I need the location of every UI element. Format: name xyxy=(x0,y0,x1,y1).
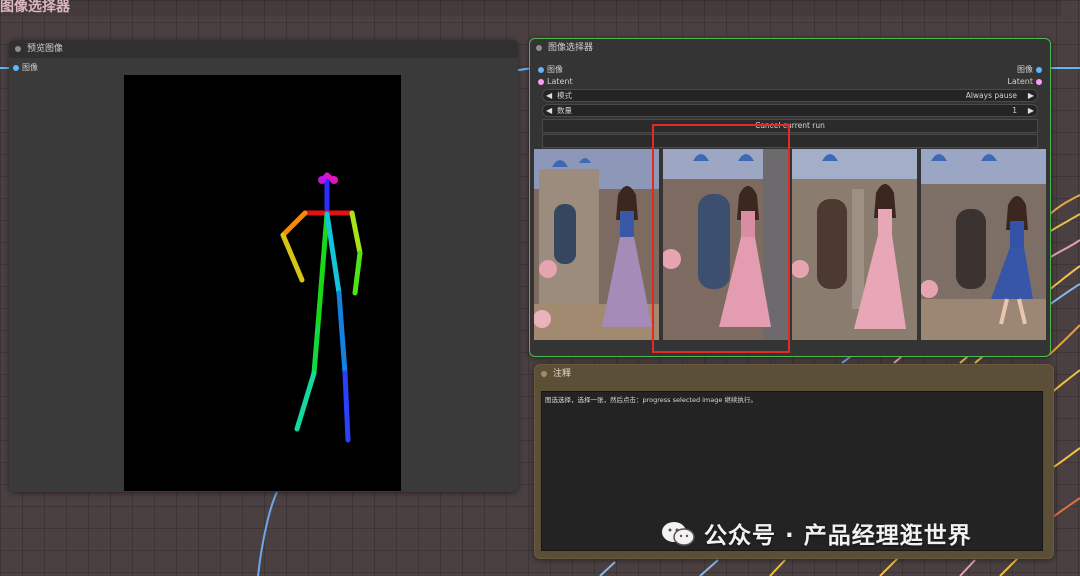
gallery-thumbnail[interactable] xyxy=(921,149,1046,340)
latent-socket-icon[interactable] xyxy=(1036,79,1042,85)
node-title: 注释 xyxy=(553,369,572,379)
arrow-left-icon[interactable]: ◀ xyxy=(546,105,552,116)
node-header[interactable]: 图像选择器 xyxy=(530,39,1050,57)
page-title: 图像选择器 xyxy=(0,0,70,15)
generated-image xyxy=(921,149,1046,340)
widget-label: 数量 xyxy=(557,106,572,115)
latent-input-socket-row[interactable]: Latent xyxy=(538,76,573,88)
socket-label: 图像 xyxy=(22,63,38,72)
node-title: 预览图像 xyxy=(27,44,64,54)
image-input-socket-row[interactable]: 图像 xyxy=(13,62,38,74)
generated-image xyxy=(792,149,917,340)
selected-image-highlight xyxy=(652,124,790,353)
node-header[interactable]: 注释 xyxy=(535,365,1053,383)
image-socket-icon[interactable] xyxy=(1036,67,1042,73)
progress-selected-image-button[interactable] xyxy=(542,134,1038,148)
openpose-skeleton xyxy=(280,172,363,443)
socket-label: 图像 xyxy=(547,65,563,74)
arrow-right-icon[interactable]: ▶ xyxy=(1028,90,1034,101)
gallery-thumbnail[interactable] xyxy=(792,149,917,340)
watermark: 公众号 · 产品经理逛世界 xyxy=(660,516,972,550)
widget-value: Always pause xyxy=(965,91,1017,100)
arrow-right-icon[interactable]: ▶ xyxy=(1028,105,1034,116)
socket-label: Latent xyxy=(547,77,573,86)
collapse-dot-icon[interactable] xyxy=(15,46,21,52)
generated-image xyxy=(534,149,659,340)
node-title: 图像选择器 xyxy=(548,43,594,53)
watermark-text: 公众号 · 产品经理逛世界 xyxy=(704,523,972,549)
preview-image-node[interactable]: 预览图像 图像 xyxy=(9,40,518,492)
node-header[interactable]: 预览图像 xyxy=(9,40,518,58)
widget-label: 模式 xyxy=(557,91,572,100)
latent-socket-icon[interactable] xyxy=(538,79,544,85)
gallery-thumbnail[interactable] xyxy=(534,149,659,340)
image-chooser-node[interactable]: 图像选择器 图像 Latent 图像 Latent ◀ 模式 Always pa… xyxy=(529,38,1051,357)
wechat-icon xyxy=(660,520,696,554)
image-gallery xyxy=(534,149,1046,340)
image-socket-icon[interactable] xyxy=(538,67,544,73)
pose-preview-image xyxy=(124,75,401,491)
image-input-socket-row[interactable]: 图像 xyxy=(538,64,563,76)
collapse-dot-icon[interactable] xyxy=(541,371,547,377)
count-number-widget[interactable]: ◀ 数量 1 ▶ xyxy=(542,104,1038,117)
cancel-current-run-button[interactable]: Cancel current run xyxy=(542,119,1038,133)
socket-label: 图像 xyxy=(1017,65,1033,74)
socket-label: Latent xyxy=(1007,77,1033,86)
mode-combo-widget[interactable]: ◀ 模式 Always pause ▶ xyxy=(542,89,1038,102)
arrow-left-icon[interactable]: ◀ xyxy=(546,90,552,101)
graph-top-strip xyxy=(0,0,1062,16)
latent-output-socket-row[interactable]: Latent xyxy=(1007,76,1042,88)
image-socket-icon[interactable] xyxy=(13,65,19,71)
widget-value: 1 xyxy=(1012,106,1017,115)
collapse-dot-icon[interactable] xyxy=(536,45,542,51)
image-output-socket-row[interactable]: 图像 xyxy=(1017,64,1042,76)
